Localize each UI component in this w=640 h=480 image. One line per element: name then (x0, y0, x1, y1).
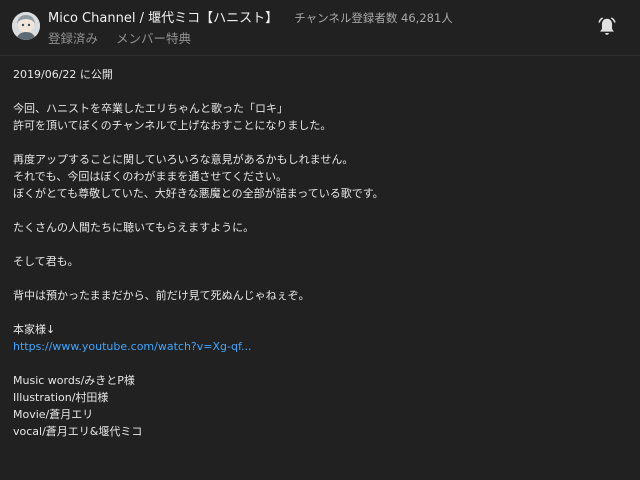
description-line: たくさんの人間たちに聴いてもらえますように。 (13, 221, 255, 234)
description-line: それでも、今回はぼくのわがままを通させてください。 (13, 170, 288, 183)
description-line: 再度アップすることに関していろいろな意見があるかもしれません。 (13, 153, 354, 166)
bell-icon (598, 17, 616, 35)
credit-movie: Movie/蒼月エリ (13, 408, 94, 421)
description-line: ぼくがとても尊敬していた、大好きな悪魔との全部が詰まっている歌です。 (13, 187, 384, 200)
original-video-link[interactable]: https://www.youtube.com/watch?v=Xg-qf... (13, 338, 623, 355)
channel-name[interactable]: Mico Channel / 堰代ミコ【ハニスト】 (48, 11, 278, 26)
avatar-image (12, 12, 40, 40)
channel-avatar[interactable] (12, 12, 40, 40)
notification-bell-button[interactable] (596, 16, 618, 38)
video-description: 2019/06/22 に公開 今回、ハニストを卒業したエリちゃんと歌った「ロキ」… (13, 66, 623, 440)
credit-vocal: vocal/蒼月エリ&堰代ミコ (13, 425, 143, 438)
channel-title-row: Mico Channel / 堰代ミコ【ハニスト】 チャンネル登録者数 46,2… (48, 9, 453, 28)
original-video-label: 本家様↓ (13, 323, 56, 336)
channel-header: Mico Channel / 堰代ミコ【ハニスト】 チャンネル登録者数 46,2… (0, 0, 640, 56)
description-line: 背中は預かったままだから、前だけ見て死ぬんじゃねぇぞ。 (13, 289, 310, 302)
subscriber-count: チャンネル登録者数 46,281人 (294, 11, 453, 25)
description-line: そして君も。 (13, 255, 79, 268)
credit-music: Music words/みきとP様 (13, 374, 135, 387)
publish-date: 2019/06/22 に公開 (13, 68, 113, 81)
credit-illustration: Illustration/村田様 (13, 391, 109, 404)
description-line: 今回、ハニストを卒業したエリちゃんと歌った「ロキ」 (13, 102, 288, 115)
member-perks-label[interactable]: メンバー特典 (116, 31, 191, 46)
channel-tags: 登録済み メンバー特典 (48, 30, 191, 48)
subscribed-label[interactable]: 登録済み (48, 31, 98, 46)
description-line: 許可を頂いてぼくのチャンネルで上げなおすことになりました。 (13, 119, 332, 132)
